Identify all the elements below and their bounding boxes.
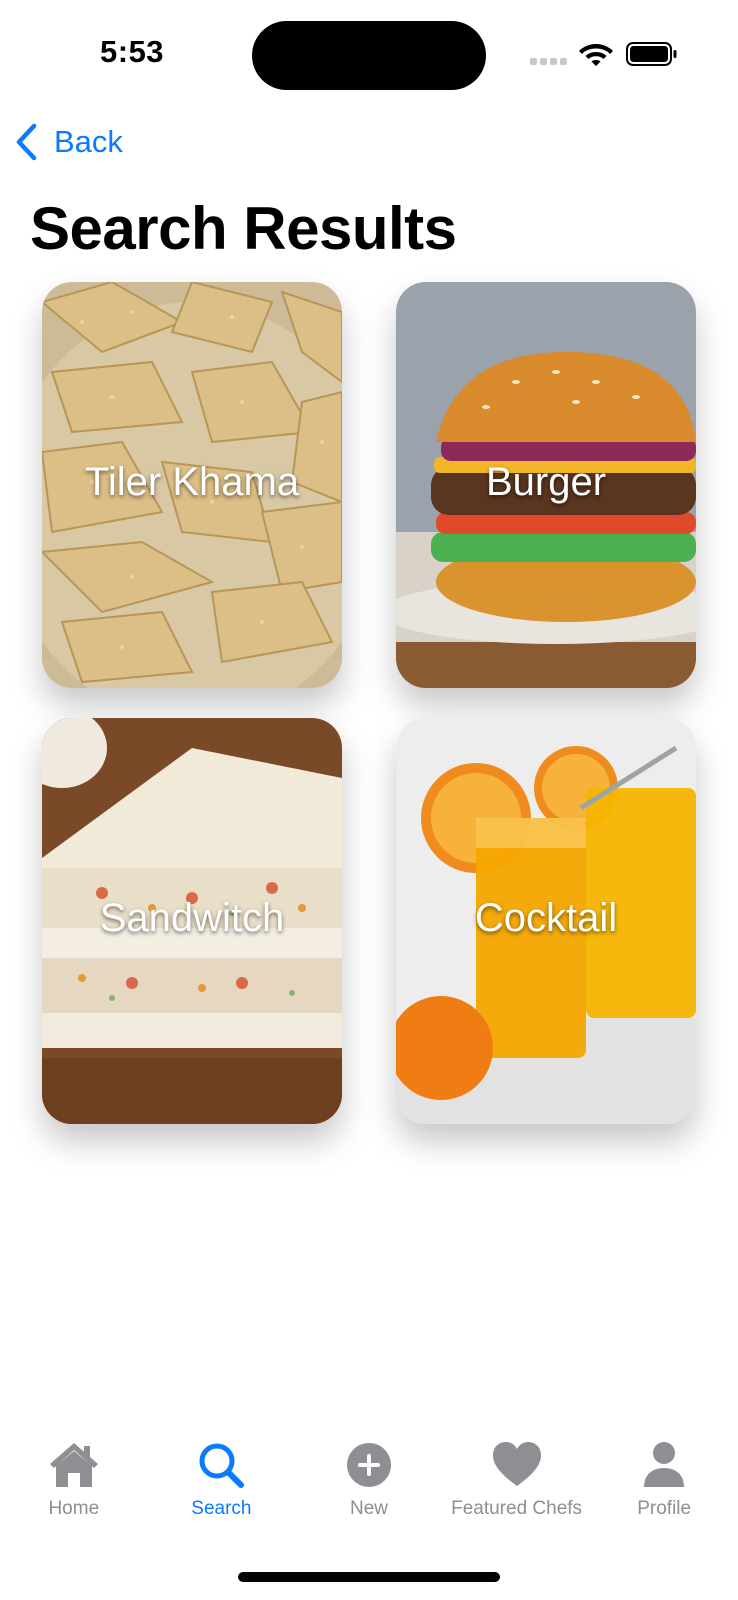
tab-label: Search	[191, 1498, 252, 1519]
result-card-label: Cocktail	[474, 896, 618, 940]
wifi-icon	[579, 44, 613, 66]
tab-label: New	[349, 1498, 388, 1519]
page-title: Search Results	[30, 195, 457, 262]
status-bar: 5:53	[0, 0, 738, 110]
cellular-signal-icon	[530, 58, 568, 66]
result-card-tiler-khama[interactable]: Tiler Khama	[42, 282, 342, 688]
plus-circle-icon	[346, 1443, 391, 1487]
result-card-cocktail[interactable]: Cocktail	[396, 718, 696, 1124]
home-icon	[49, 1443, 98, 1487]
tab-featured-chefs[interactable]: Featured Chefs	[443, 1440, 591, 1550]
tab-search[interactable]: Search	[148, 1440, 296, 1550]
chevron-left-icon	[16, 123, 37, 161]
tab-label: Home	[48, 1498, 100, 1519]
tab-profile[interactable]: Profile	[590, 1440, 738, 1550]
tab-bar: Home Search New Featured Chefs Profile	[0, 1440, 738, 1550]
tab-label: Profile	[637, 1498, 692, 1519]
heart-icon	[492, 1442, 541, 1486]
result-card-sandwitch[interactable]: Sandwitch	[42, 718, 342, 1124]
result-card-label: Tiler Khama	[84, 460, 300, 504]
result-card-label: Burger	[485, 460, 607, 504]
home-indicator	[238, 1572, 500, 1582]
search-icon	[199, 1443, 245, 1488]
tab-home[interactable]: Home	[0, 1440, 148, 1550]
result-card-burger[interactable]: Burger	[396, 282, 696, 688]
back-button[interactable]: Back	[14, 120, 123, 164]
tab-new[interactable]: New	[295, 1440, 443, 1550]
back-label: Back	[54, 124, 123, 159]
battery-icon	[626, 42, 677, 66]
person-icon	[644, 1442, 685, 1487]
result-card-label: Sandwitch	[99, 896, 285, 940]
status-time: 5:53	[100, 34, 165, 69]
dynamic-island	[252, 21, 486, 90]
tab-label: Featured Chefs	[451, 1498, 583, 1519]
